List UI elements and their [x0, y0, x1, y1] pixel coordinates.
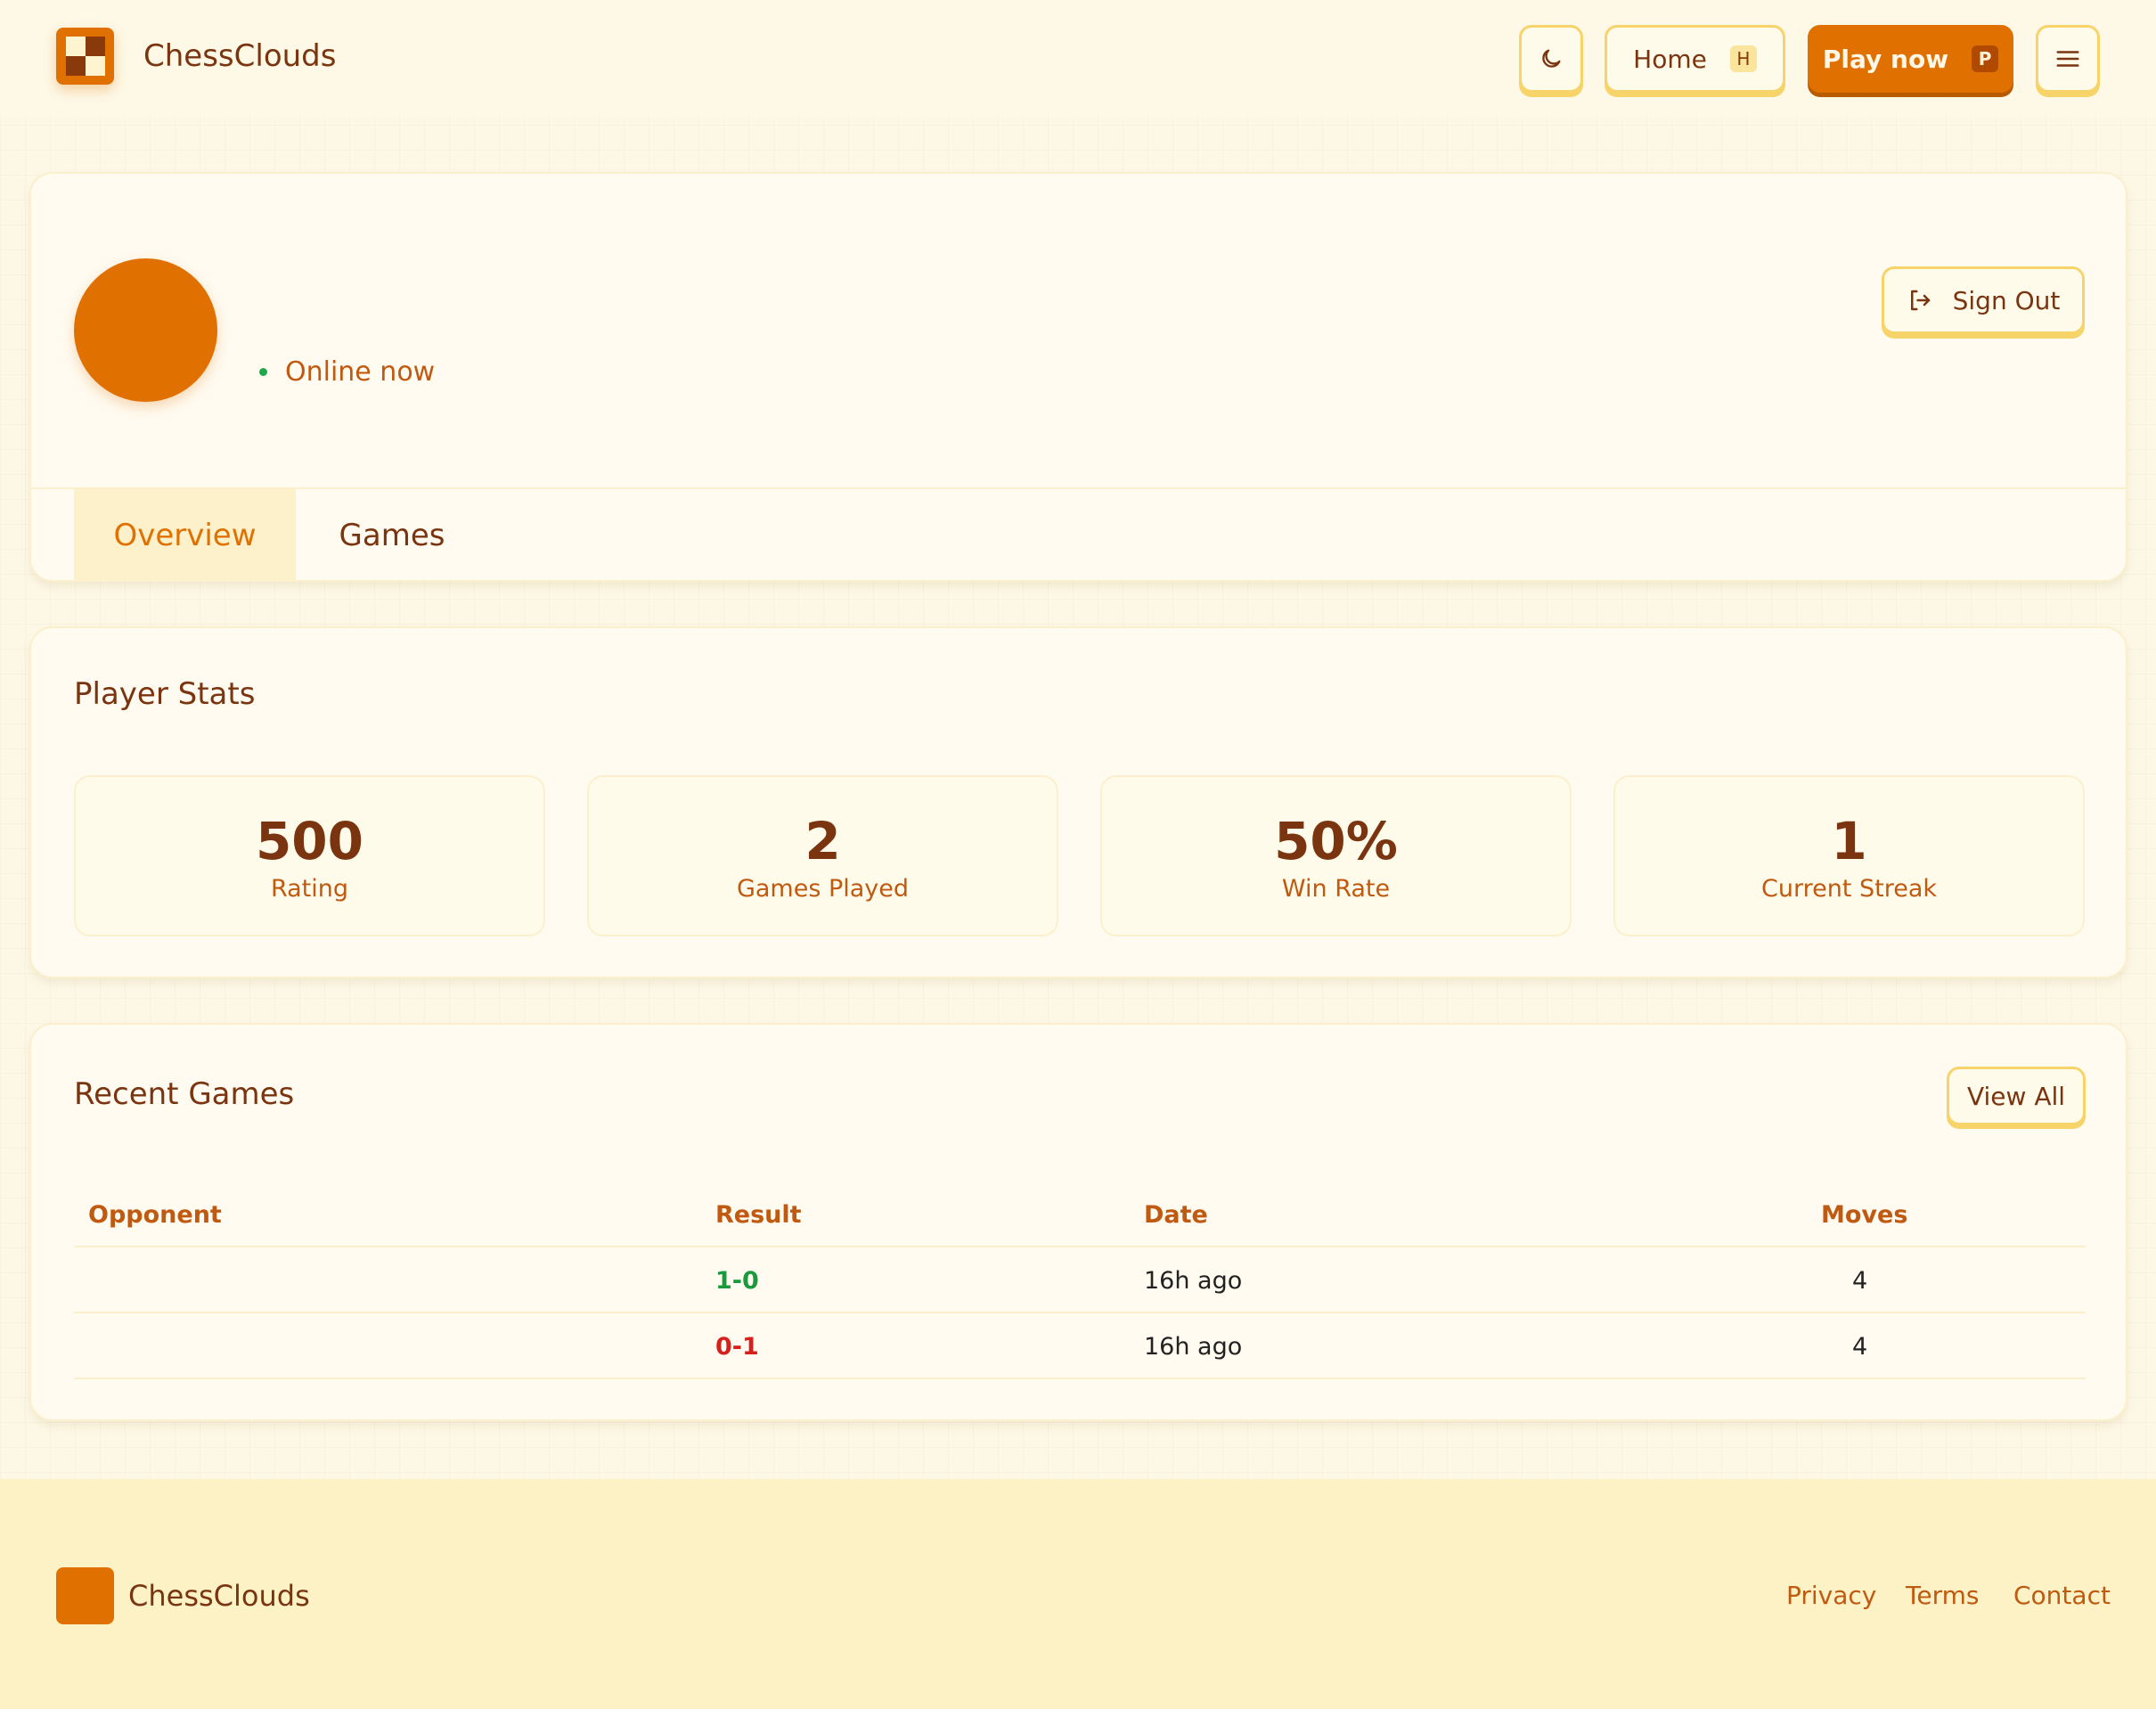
- footer-link-privacy[interactable]: Privacy: [1786, 1581, 1876, 1610]
- theme-toggle-button[interactable]: [1519, 25, 1583, 93]
- row-result: 1-0: [715, 1267, 759, 1295]
- home-shortcut-key: H: [1729, 45, 1757, 72]
- logout-icon: [1910, 290, 1930, 311]
- column-header-moves[interactable]: Moves: [1821, 1201, 1907, 1229]
- online-status-text: Online now: [285, 356, 436, 388]
- profile-card: Online now Sign Out Overview Games: [29, 172, 2127, 582]
- hamburger-menu-icon: [2056, 51, 2079, 67]
- player-stats-title: Player Stats: [74, 676, 256, 712]
- footer-link-contact[interactable]: Contact: [2013, 1581, 2111, 1610]
- brand-link[interactable]: ChessClouds: [56, 28, 336, 85]
- chessboard-logo-icon: [56, 28, 114, 85]
- stat-value: 2: [804, 811, 841, 871]
- tab-games[interactable]: Games: [325, 489, 459, 582]
- view-all-button[interactable]: View All: [1947, 1067, 2086, 1125]
- play-now-button[interactable]: Play now P: [1808, 25, 2013, 93]
- online-dot-icon: [259, 368, 267, 376]
- footer-brand-name[interactable]: ChessClouds: [128, 1579, 310, 1613]
- top-navbar: ChessClouds Home H Play now P: [0, 0, 2156, 116]
- stat-label: Current Streak: [1760, 875, 1937, 903]
- stat-value: 50%: [1274, 811, 1398, 871]
- column-header-opponent[interactable]: Opponent: [88, 1201, 222, 1229]
- brand-name: ChessClouds: [143, 38, 337, 74]
- row-date: 16h ago: [1144, 1333, 1243, 1361]
- header-divider: [74, 1246, 2086, 1247]
- home-button[interactable]: Home H: [1605, 25, 1785, 93]
- online-status: Online now: [259, 356, 435, 388]
- sign-out-label: Sign Out: [1952, 285, 2061, 315]
- row-result: 0-1: [715, 1333, 759, 1361]
- stat-current-streak: 1 Current Streak: [1613, 775, 2085, 936]
- row-moves: 4: [1852, 1333, 1868, 1361]
- play-shortcut-key: P: [1972, 45, 1999, 72]
- sign-out-button[interactable]: Sign Out: [1882, 266, 2085, 334]
- stat-rating: 500 Rating: [74, 775, 545, 936]
- row-moves: 4: [1852, 1267, 1868, 1295]
- stat-win-rate: 50% Win Rate: [1100, 775, 1572, 936]
- row-date: 16h ago: [1144, 1267, 1243, 1295]
- column-header-result[interactable]: Result: [715, 1201, 802, 1229]
- stat-label: Win Rate: [1281, 875, 1391, 903]
- avatar: [74, 258, 217, 402]
- stat-games-played: 2 Games Played: [587, 775, 1058, 936]
- stat-value: 1: [1831, 811, 1867, 871]
- player-stats-card: Player Stats 500 Rating 2 Games Played 5…: [29, 626, 2127, 978]
- moon-icon: [1542, 49, 1561, 68]
- menu-button[interactable]: [2036, 25, 2100, 93]
- row-divider: [74, 1312, 2086, 1313]
- recent-games-title: Recent Games: [74, 1076, 295, 1112]
- footer-link-terms[interactable]: Terms: [1906, 1581, 1979, 1610]
- row-divider: [74, 1378, 2086, 1379]
- play-now-label: Play now: [1822, 44, 1949, 74]
- home-label: Home: [1633, 44, 1707, 74]
- stat-value: 500: [255, 811, 364, 871]
- footer: ChessClouds Privacy Terms Contact: [0, 1479, 2156, 1709]
- column-header-date[interactable]: Date: [1144, 1201, 1208, 1229]
- recent-games-card: Recent Games View All Opponent Result Da…: [29, 1023, 2127, 1421]
- footer-logo-icon[interactable]: [56, 1567, 114, 1624]
- tab-overview[interactable]: Overview: [74, 489, 296, 582]
- stat-label: Games Played: [736, 875, 910, 903]
- stat-label: Rating: [270, 875, 349, 903]
